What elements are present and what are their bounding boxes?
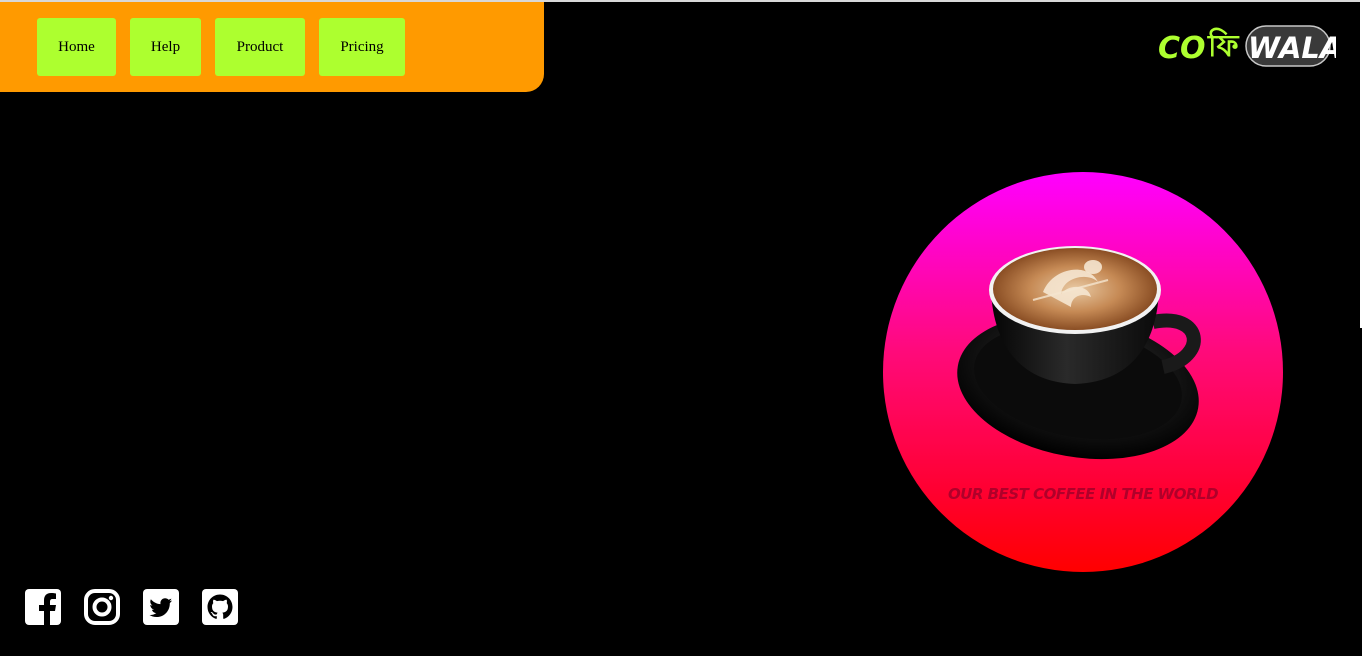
twitter-icon[interactable]: [143, 589, 179, 625]
nav-help-button[interactable]: Help: [130, 18, 201, 76]
nav-pricing-button[interactable]: Pricing: [319, 18, 405, 76]
navbar: Home Help Product Pricing: [0, 2, 544, 92]
brand-part-wala: WALA: [1248, 31, 1336, 65]
instagram-icon[interactable]: [84, 589, 120, 625]
facebook-icon[interactable]: [25, 589, 61, 625]
nav-product-button[interactable]: Product: [215, 18, 305, 76]
github-icon[interactable]: [202, 589, 238, 625]
brand-logo-graphic: CO ফি WALA: [1158, 25, 1342, 67]
hero-tagline: OUR BEST COFFEE IN THE WORLD: [947, 485, 1219, 503]
page: Home Help Product Pricing CO ফি WALA OUR…: [0, 0, 1362, 656]
brand-logo[interactable]: CO ফি WALA: [1156, 22, 1342, 72]
brand-part-bengali: ফি: [1207, 27, 1240, 64]
nav-home-button[interactable]: Home: [37, 18, 116, 76]
brand-part-co: CO: [1158, 31, 1206, 66]
coffee-cup-image: [957, 246, 1201, 460]
hero-circle: OUR BEST COFFEE IN THE WORLD: [883, 172, 1283, 572]
